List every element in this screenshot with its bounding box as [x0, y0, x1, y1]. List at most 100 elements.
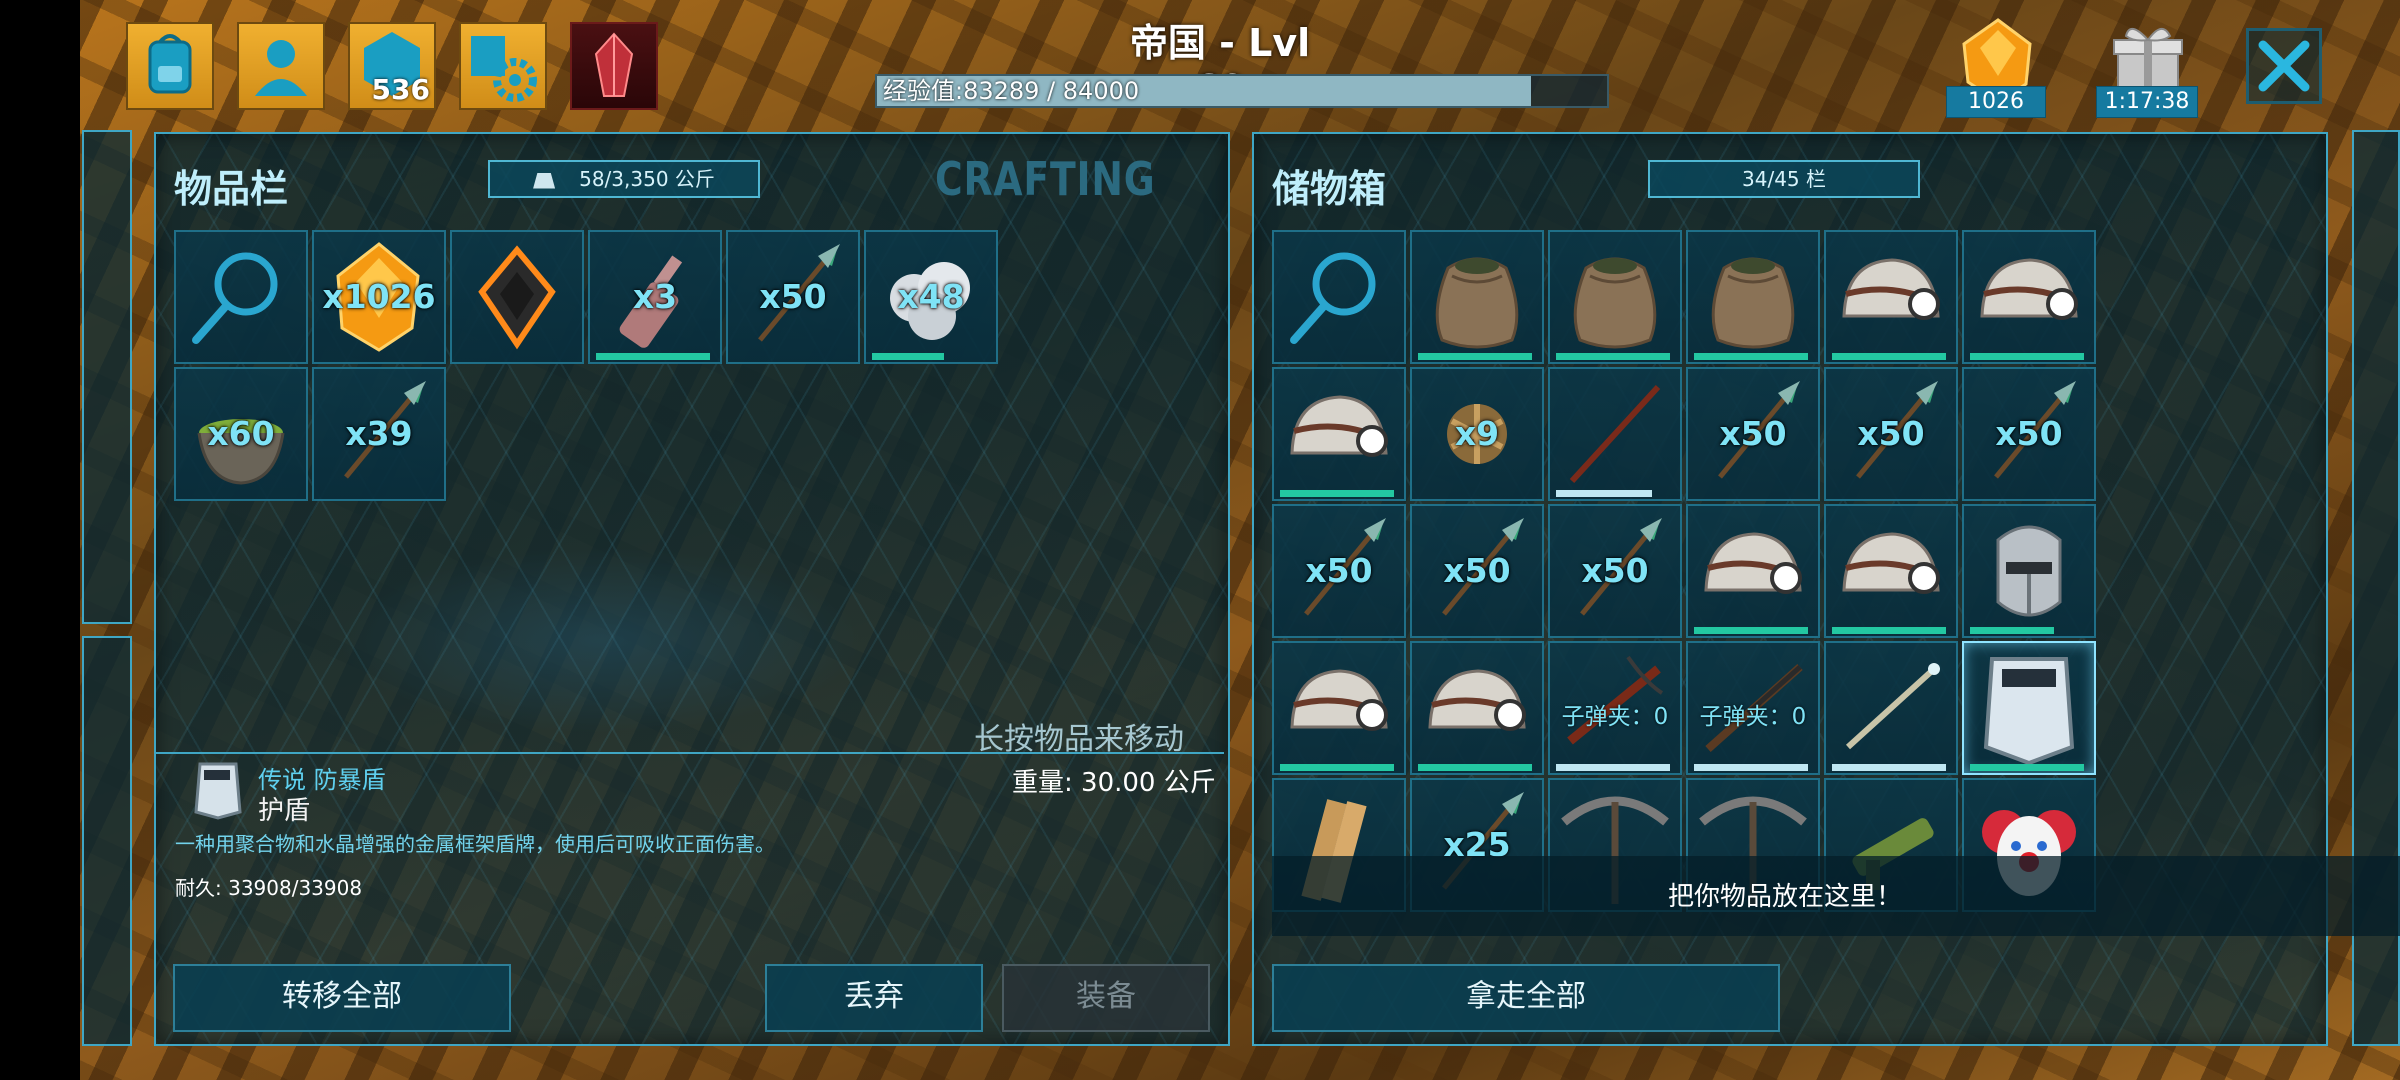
weight-caption: 58/3,350 公斤 [579, 167, 715, 191]
transfer-all-button[interactable]: 转移全部 [173, 964, 511, 1032]
item-quantity: x50 [1995, 414, 2063, 453]
durability-bar [1694, 764, 1808, 771]
inventory-slot[interactable]: x3 [588, 230, 722, 364]
item-type: 护盾 [258, 796, 311, 826]
durability-bar [1418, 353, 1532, 360]
sack-icon [1573, 257, 1657, 349]
crafting-tab[interactable]: CRAFTING [935, 152, 1156, 206]
tek-crystal-icon [594, 32, 634, 97]
inventory-slot[interactable] [450, 230, 584, 364]
inventory-slot[interactable] [1962, 504, 2096, 638]
take-all-button[interactable]: 拿走全部 [1272, 964, 1780, 1032]
inventory-slot[interactable] [1410, 641, 1544, 775]
drop-button[interactable]: 丢弃 [765, 964, 983, 1032]
item-quantity: x9 [1454, 414, 1500, 453]
inventory-title: 物品栏 [174, 167, 289, 211]
gift-timer: 1:17:38 [2096, 86, 2198, 118]
sack-icon [1435, 257, 1519, 349]
durability-bar [1280, 764, 1394, 771]
close-button[interactable] [2246, 28, 2322, 104]
engram-tab[interactable]: 536 [348, 22, 436, 110]
durability-bar [1556, 764, 1670, 771]
inventory-slot[interactable] [174, 230, 308, 364]
inventory-slot[interactable] [1824, 641, 1958, 775]
durability-bar [1832, 353, 1946, 360]
durability-bar [1556, 490, 1652, 497]
settings-icon [471, 36, 537, 102]
item-quantity: x60 [207, 414, 275, 453]
inventory-slot[interactable] [1548, 367, 1682, 501]
miner-helmet-icon [1428, 669, 1526, 731]
item-quantity: x48 [897, 277, 965, 316]
character-tab[interactable] [237, 22, 325, 110]
miner-helmet-icon [1290, 669, 1388, 731]
inventory-slot[interactable] [1548, 230, 1682, 364]
inventory-slot[interactable] [1962, 230, 2096, 364]
info-divider [156, 752, 1224, 754]
xp-text: 经验值:83289 / 84000 [883, 77, 1140, 105]
settings-tab[interactable] [459, 22, 547, 110]
inventory-slot[interactable]: x50 [1962, 367, 2096, 501]
inventory-slot[interactable]: x39 [312, 367, 446, 501]
inventory-slot[interactable] [1686, 504, 1820, 638]
inventory-slot[interactable] [1824, 504, 1958, 638]
inventory-slot[interactable]: x50 [1272, 504, 1406, 638]
inventory-slot[interactable]: x48 [864, 230, 998, 364]
item-quantity: x50 [1857, 414, 1925, 453]
item-quantity: x1026 [322, 277, 436, 316]
inventory-slot[interactable] [1272, 367, 1406, 501]
engram-points: 536 [371, 73, 430, 106]
riot-shield-small-icon [194, 762, 242, 820]
inventory-slot[interactable] [1686, 230, 1820, 364]
left-edge-panel [82, 130, 132, 624]
inventory-slot[interactable] [1962, 641, 2096, 775]
inventory-tab[interactable] [126, 22, 214, 110]
character-icon [255, 40, 307, 96]
close-icon [2258, 40, 2310, 92]
drop-zone-text: 把你物品放在这里！ [1668, 882, 1903, 912]
inventory-slot[interactable] [1272, 230, 1406, 364]
item-durability: 耐久: 33908/33908 [175, 876, 363, 900]
letterbox [0, 0, 80, 1080]
miner-helmet-icon [1980, 258, 2078, 320]
weight-icon [533, 172, 556, 189]
inventory-slot[interactable] [1410, 230, 1544, 364]
inventory-slot[interactable]: x60 [174, 367, 308, 501]
durability-bar [1832, 627, 1946, 634]
search-icon [1290, 252, 1376, 344]
miner-helmet-icon [1842, 532, 1940, 594]
resource-count: 1026 [1946, 86, 2046, 118]
inventory-slot[interactable]: x50 [726, 230, 860, 364]
inventory-slot[interactable]: 子弹夹：0 [1686, 641, 1820, 775]
durability-bar [1556, 353, 1670, 360]
storage-slots-caption: 34/45 栏 [1648, 160, 1920, 198]
metal-helmet-icon [1996, 525, 2062, 617]
item-quantity: x50 [1305, 551, 1373, 590]
equip-button[interactable]: 装备 [1002, 964, 1210, 1032]
inventory-slot[interactable]: x50 [1548, 504, 1682, 638]
durability-bar [1694, 353, 1808, 360]
backpack-icon [148, 34, 192, 94]
inventory-slot[interactable]: x9 [1410, 367, 1544, 501]
durability-bar [1280, 490, 1394, 497]
search-icon [192, 252, 278, 344]
durability-bar [872, 353, 944, 360]
durability-bar [1418, 764, 1532, 771]
item-quantity: x39 [345, 414, 413, 453]
tek-tab[interactable] [570, 22, 658, 110]
riot-shield-icon [1983, 657, 2075, 766]
item-weight: 重量: 30.00 公斤 [1012, 768, 1216, 798]
durability-bar [1694, 627, 1808, 634]
inventory-slot[interactable]: x1026 [312, 230, 446, 364]
item-quantity: x50 [1443, 551, 1511, 590]
inventory-slot[interactable] [1824, 230, 1958, 364]
inventory-slot[interactable] [1272, 641, 1406, 775]
inventory-slot[interactable]: x50 [1686, 367, 1820, 501]
inventory-slot[interactable]: x50 [1410, 504, 1544, 638]
miner-helmet-icon [1704, 532, 1802, 594]
inventory-slot[interactable]: x50 [1824, 367, 1958, 501]
item-quantity: x50 [1719, 414, 1787, 453]
inventory-slot[interactable]: 子弹夹：0 [1548, 641, 1682, 775]
sack-icon [1711, 257, 1795, 349]
miner-helmet-icon [1290, 395, 1388, 457]
